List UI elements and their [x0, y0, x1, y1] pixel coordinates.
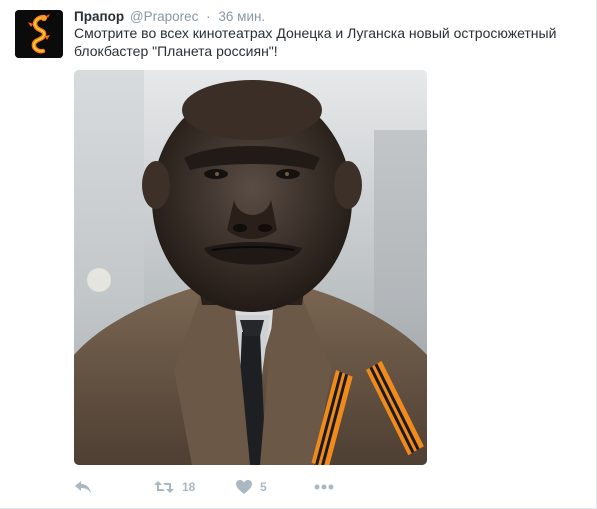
author-username[interactable]: @Praporec: [130, 9, 198, 24]
dragon-logo-icon: [15, 10, 63, 58]
tweet-timestamp[interactable]: 36 мин.: [218, 9, 265, 24]
photo-image: [74, 70, 427, 465]
tweet-text-line-2: блокбастер "Планета россиян"!: [74, 43, 278, 59]
heart-icon: [236, 480, 252, 494]
retweet-button[interactable]: 18: [154, 478, 195, 496]
like-button[interactable]: 5: [236, 478, 267, 496]
like-count: 5: [260, 480, 267, 494]
more-dots-icon: [314, 484, 334, 490]
tweet-card: Прапор @Praporec · 36 мин. Смотрите во в…: [0, 0, 597, 509]
more-button[interactable]: [314, 478, 334, 496]
tweet-photo[interactable]: [74, 70, 427, 465]
reply-icon: [75, 481, 91, 493]
author-fullname[interactable]: Прапор: [74, 9, 124, 24]
avatar[interactable]: [15, 10, 63, 58]
retweet-count: 18: [182, 480, 196, 494]
header-separator: ·: [206, 9, 211, 24]
tweet-actions: 18 5: [74, 478, 474, 496]
tweet-text-line-1: Смотрите во всех кинотеатрах Донецка и Л…: [74, 25, 557, 41]
reply-button[interactable]: [74, 478, 92, 496]
tweet-text: Смотрите во всех кинотеатрах Донецка и Л…: [74, 24, 574, 60]
retweet-icon: [154, 481, 174, 493]
